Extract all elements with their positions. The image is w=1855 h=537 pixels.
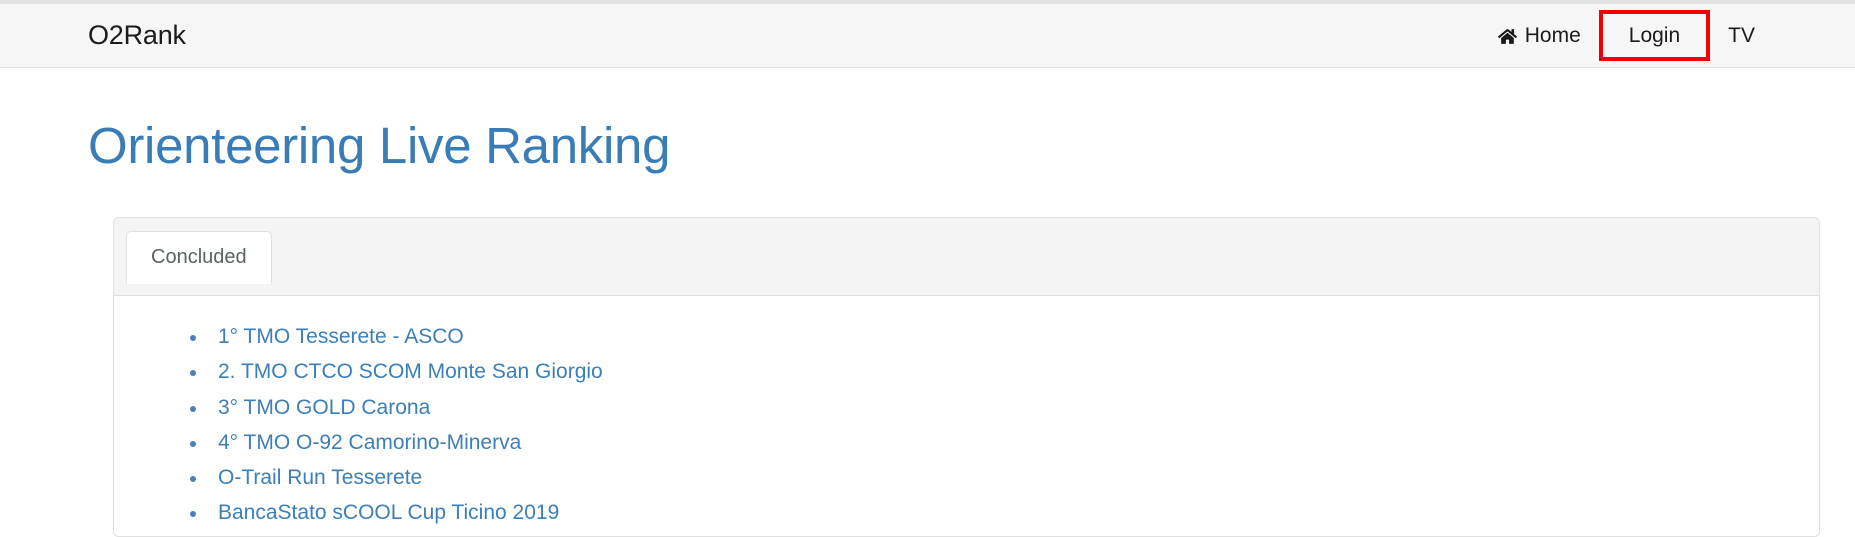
nav-link-tv[interactable]: TV	[1706, 13, 1777, 58]
nav-link-login[interactable]: Login	[1598, 10, 1711, 61]
list-item: 1° TMO Tesserete - ASCO	[190, 324, 1819, 350]
nav-link-home[interactable]: Home	[1476, 13, 1603, 58]
card-body: 1° TMO Tesserete - ASCO 2. TMO CTCO SCOM…	[114, 296, 1819, 527]
list-item: 3° TMO GOLD Carona	[190, 395, 1819, 421]
event-link[interactable]: O-Trail Run Tesserete	[218, 466, 422, 489]
nav-links-group: Home Login TV	[1476, 10, 1815, 61]
top-navigation-bar: O2Rank Home Login TV	[0, 4, 1855, 68]
event-link[interactable]: 3° TMO GOLD Carona	[218, 396, 430, 419]
list-item: O-Trail Run Tesserete	[190, 465, 1819, 491]
card-header: Concluded	[114, 218, 1819, 297]
event-link[interactable]: 2. TMO CTCO SCOM Monte San Giorgio	[218, 360, 603, 383]
event-link[interactable]: 1° TMO Tesserete - ASCO	[218, 325, 464, 348]
list-item: 4° TMO O-92 Camorino-Minerva	[190, 430, 1819, 456]
page-title: Orienteering Live Ranking	[88, 117, 671, 174]
events-card: Concluded 1° TMO Tesserete - ASCO 2. TMO…	[113, 217, 1820, 537]
main-content: Orienteering Live Ranking Concluded 1° T…	[0, 68, 1855, 537]
tab-list: Concluded	[126, 230, 1807, 285]
event-list: 1° TMO Tesserete - ASCO 2. TMO CTCO SCOM…	[114, 306, 1819, 527]
brand-logo-o2rank[interactable]: O2Rank	[0, 22, 186, 49]
list-item: BancaStato sCOOL Cup Ticino 2019	[190, 500, 1819, 526]
event-link[interactable]: BancaStato sCOOL Cup Ticino 2019	[218, 501, 559, 524]
nav-link-login-label: Login	[1628, 24, 1681, 47]
event-link[interactable]: 4° TMO O-92 Camorino-Minerva	[218, 431, 521, 454]
list-item: 2. TMO CTCO SCOM Monte San Giorgio	[190, 359, 1819, 385]
nav-link-tv-label: TV	[1728, 24, 1755, 47]
home-icon	[1497, 28, 1517, 45]
tab-concluded[interactable]: Concluded	[126, 231, 272, 285]
nav-link-home-label: Home	[1524, 24, 1581, 47]
